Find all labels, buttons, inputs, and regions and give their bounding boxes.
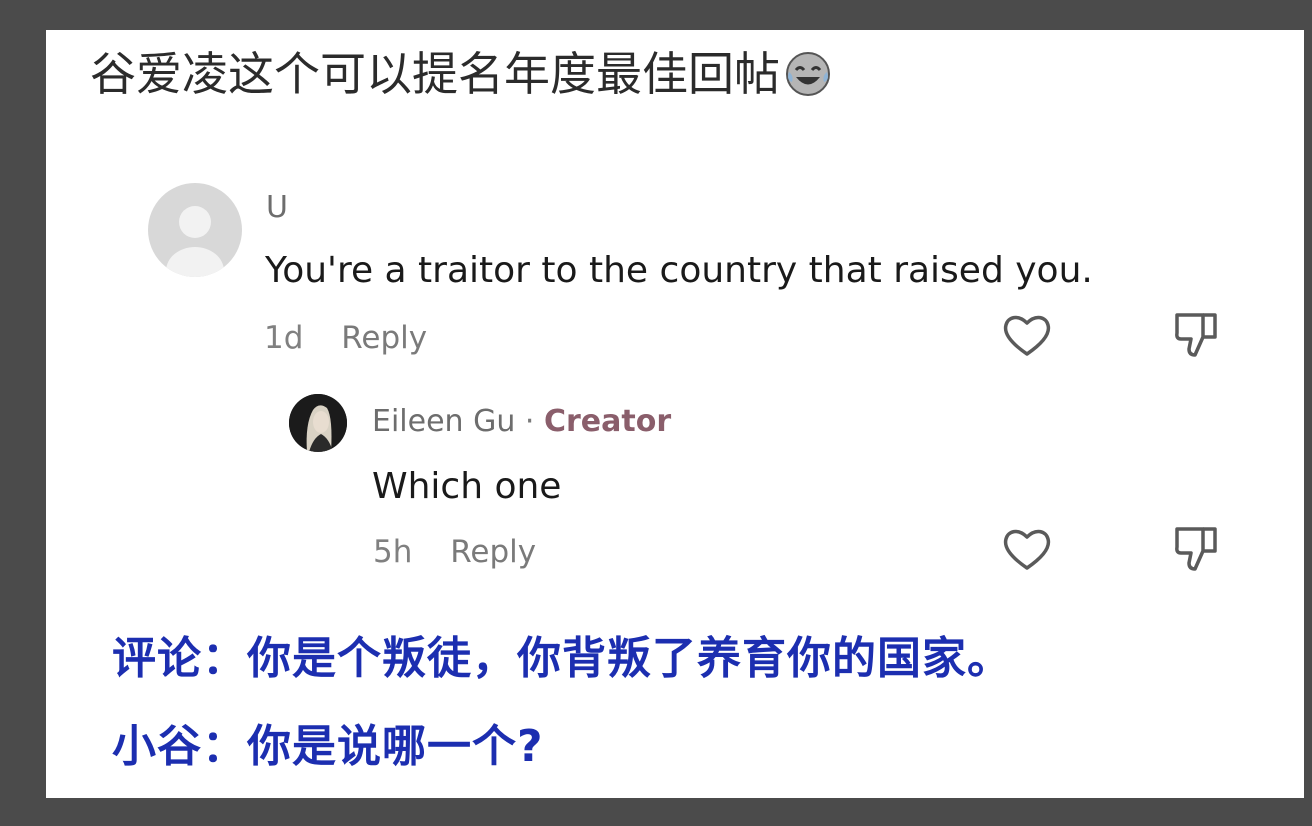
comment-like-button[interactable] (1000, 308, 1054, 362)
user-avatar[interactable] (148, 183, 242, 277)
comment-meta: 1d Reply (264, 320, 427, 356)
comment-dislike-button[interactable] (1169, 308, 1223, 362)
reply-text: Which one (372, 466, 562, 507)
comment-username[interactable]: U (266, 190, 288, 225)
thumbs-down-icon (1175, 527, 1217, 571)
reply-time: 5h (373, 534, 413, 570)
comment-time: 1d (264, 320, 304, 356)
reply-header: Eileen Gu · Creator (372, 404, 671, 439)
laughing-emoji-icon (786, 52, 830, 96)
default-avatar-icon (166, 206, 224, 277)
heart-icon (1003, 315, 1051, 356)
reply-username[interactable]: Eileen Gu (372, 404, 515, 439)
creator-avatar[interactable] (289, 394, 347, 452)
headline-text: 谷爱凌这个可以提名年度最佳回帖 (90, 47, 780, 101)
reply-meta: 5h Reply (373, 534, 536, 570)
comment-reply-button[interactable]: Reply (341, 320, 427, 356)
comment-text: You're a traitor to the country that rai… (265, 250, 1093, 291)
reply-dislike-button[interactable] (1169, 522, 1223, 576)
caption-comment-translation: 评论：你是个叛徒，你背叛了养育你的国家。 (112, 633, 1012, 684)
heart-icon (1003, 529, 1051, 570)
reply-separator: · (524, 404, 535, 439)
post-headline: 谷爱凌这个可以提名年度最佳回帖 (90, 44, 832, 104)
screenshot-card: 谷爱凌这个可以提名年度最佳回帖 U You're a traitor to th… (46, 30, 1304, 798)
thumbs-down-icon (1175, 313, 1217, 357)
reply-reply-button[interactable]: Reply (450, 534, 536, 570)
creator-badge: Creator (544, 404, 672, 439)
creator-photo-icon (289, 394, 347, 452)
reply-like-button[interactable] (1000, 522, 1054, 576)
caption-reply-translation: 小谷：你是说哪一个? (112, 721, 544, 772)
